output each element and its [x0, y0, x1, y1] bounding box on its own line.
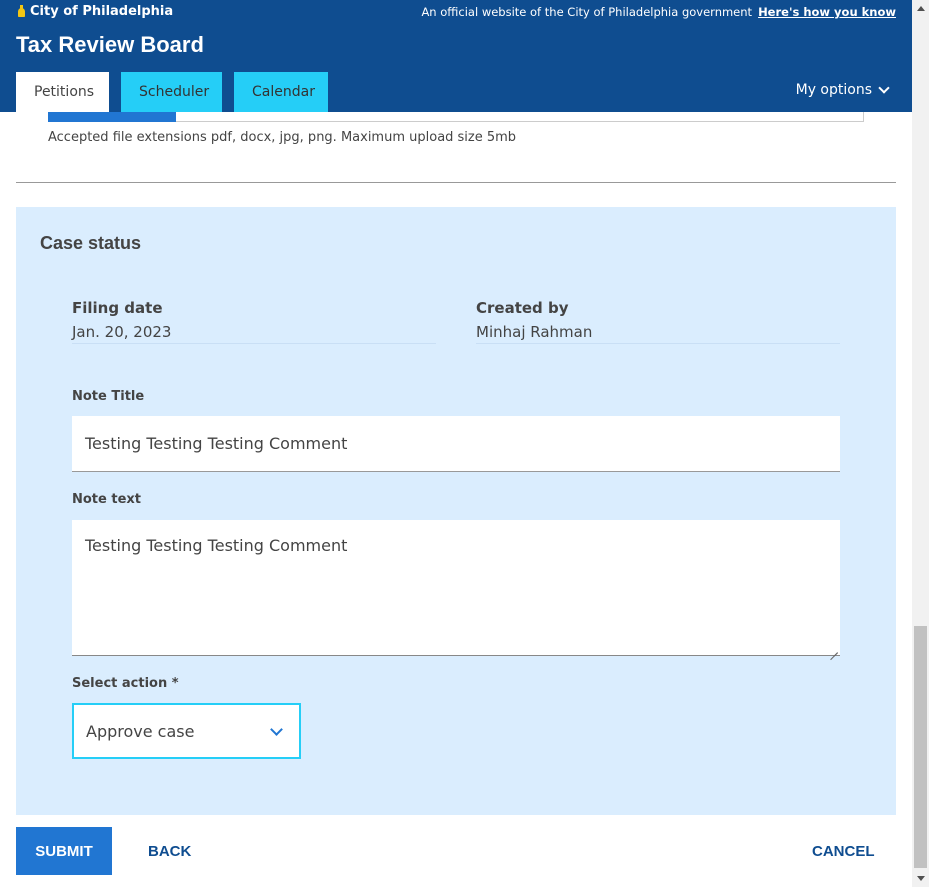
official-banner: City of Philadelphia An official website…: [0, 0, 912, 24]
scroll-down-arrow-icon[interactable]: [917, 876, 925, 881]
filing-date-label: Filing date: [72, 299, 163, 317]
tab-calendar[interactable]: Calendar: [234, 72, 328, 112]
note-title-label: Note Title: [72, 389, 145, 404]
how-you-know-link[interactable]: Here's how you know: [758, 5, 896, 19]
vertical-scrollbar[interactable]: [912, 0, 929, 887]
city-name: City of Philadelphia: [30, 4, 174, 19]
cancel-button[interactable]: CANCEL: [812, 827, 875, 875]
upload-help-text: Accepted file extensions pdf, docx, jpg,…: [48, 130, 517, 145]
chevron-down-icon: [878, 82, 890, 94]
select-action-label: Select action *: [72, 676, 179, 691]
tab-petitions[interactable]: Petitions: [16, 72, 109, 112]
scroll-up-arrow-icon[interactable]: [917, 6, 925, 11]
app-title[interactable]: Tax Review Board: [16, 32, 204, 58]
app-header: Tax Review Board Petitions Scheduler Cal…: [0, 24, 912, 112]
filing-date-block: Filing date Jan. 20, 2023: [72, 299, 436, 344]
official-text: An official website of the City of Phila…: [421, 5, 753, 19]
note-text-textarea[interactable]: Testing Testing Testing Comment: [72, 520, 840, 656]
select-action-value: Approve case: [86, 721, 195, 741]
tab-scheduler[interactable]: Scheduler: [121, 72, 222, 112]
nav-tabs: Petitions Scheduler Calendar: [16, 72, 328, 112]
created-by-value: Minhaj Rahman: [476, 323, 593, 341]
select-action-dropdown[interactable]: Approve case: [72, 703, 301, 759]
submit-button[interactable]: SUBMIT: [16, 827, 112, 875]
back-button[interactable]: BACK: [148, 827, 191, 875]
note-text-value: Testing Testing Testing Comment: [85, 536, 348, 555]
page: City of Philadelphia An official website…: [0, 0, 912, 887]
my-options-label: My options: [795, 82, 872, 98]
panel-title: Case status: [40, 233, 142, 253]
liberty-bell-icon: [16, 4, 27, 19]
upload-button[interactable]: [48, 112, 176, 122]
scrollbar-thumb[interactable]: [914, 626, 927, 868]
note-title-input[interactable]: Testing Testing Testing Comment: [72, 416, 840, 472]
my-options-menu[interactable]: My options: [795, 82, 890, 98]
section-divider: [16, 182, 896, 183]
official-notice: An official website of the City of Phila…: [421, 5, 896, 19]
created-by-label: Created by: [476, 299, 569, 317]
filing-date-value: Jan. 20, 2023: [72, 323, 172, 341]
note-text-label: Note text: [72, 492, 141, 507]
city-logo[interactable]: City of Philadelphia: [16, 4, 173, 19]
created-by-block: Created by Minhaj Rahman: [476, 299, 840, 344]
resize-handle-icon[interactable]: [829, 644, 838, 653]
chevron-down-icon: [270, 723, 283, 736]
case-status-panel: Case status Filing date Jan. 20, 2023 Cr…: [16, 207, 896, 815]
